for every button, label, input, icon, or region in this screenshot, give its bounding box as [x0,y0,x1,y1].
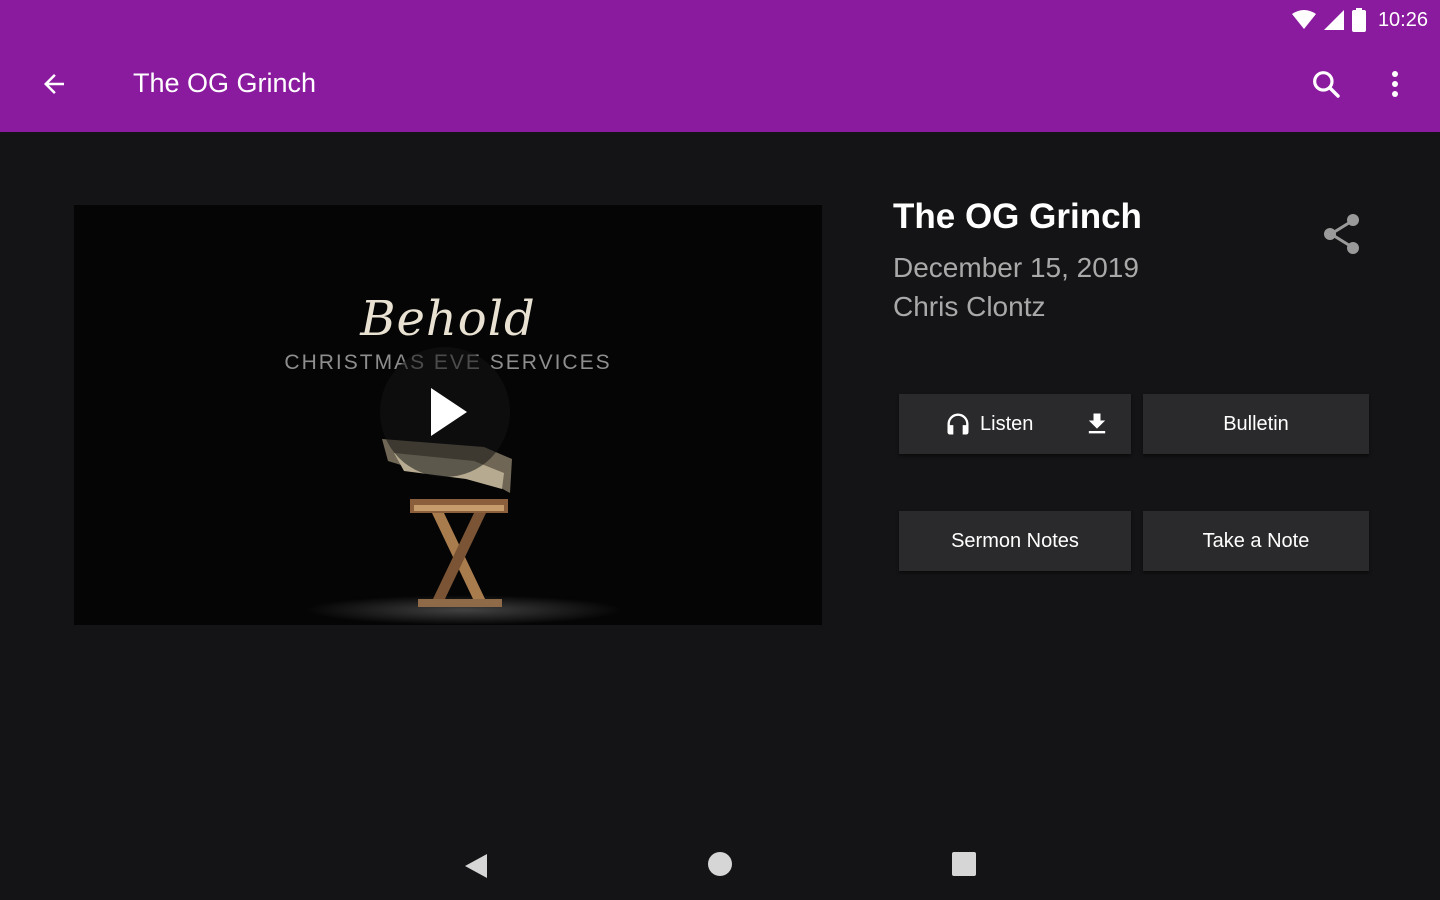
play-icon [431,388,467,436]
battery-icon [1351,8,1366,32]
nav-home-icon [708,852,732,876]
nav-back-icon [465,854,487,878]
share-icon [1324,214,1359,254]
toolbar-title: The OG Grinch [133,68,317,98]
play-button[interactable] [380,347,510,477]
back-button[interactable] [24,60,84,108]
headphones-icon [947,413,969,435]
app-bar: 10:26 The OG Grinch [0,0,1440,132]
video-player[interactable]: Behold CHRISTMAS EVE SERVICES [74,205,822,625]
toolbar: The OG Grinch [0,48,1440,122]
nav-home-button[interactable] [700,844,740,884]
sermon-title: The OG Grinch [893,197,1142,236]
sermon-date: December 15, 2019 [893,252,1139,283]
sermon-notes-button[interactable]: Sermon Notes [899,511,1131,571]
search-button[interactable] [1300,60,1352,108]
cell-signal-icon [1323,10,1344,30]
bulletin-button[interactable]: Bulletin [1143,394,1369,454]
take-note-button[interactable]: Take a Note [1143,511,1369,571]
more-vert-icon [1392,71,1398,97]
video-title-art: Behold [360,291,536,347]
system-nav-bar [0,828,1440,900]
more-options-button[interactable] [1372,60,1418,108]
share-button[interactable] [1316,208,1368,260]
status-time: 10:26 [1377,8,1428,31]
arrow-back-icon [44,74,64,94]
status-bar: 10:26 [1291,6,1428,34]
wifi-icon [1291,10,1316,30]
nav-back-button[interactable] [456,848,496,884]
listen-content: Listen [944,394,1033,454]
listen-label: Listen [980,412,1034,435]
search-icon [1313,71,1340,98]
nav-recents-button[interactable] [944,844,984,884]
sermon-speaker: Chris Clontz [893,291,1046,322]
nav-recents-icon [952,852,976,876]
download-icon [1088,413,1106,434]
download-button[interactable] [1081,408,1113,440]
listen-button[interactable]: Listen [899,394,1131,454]
